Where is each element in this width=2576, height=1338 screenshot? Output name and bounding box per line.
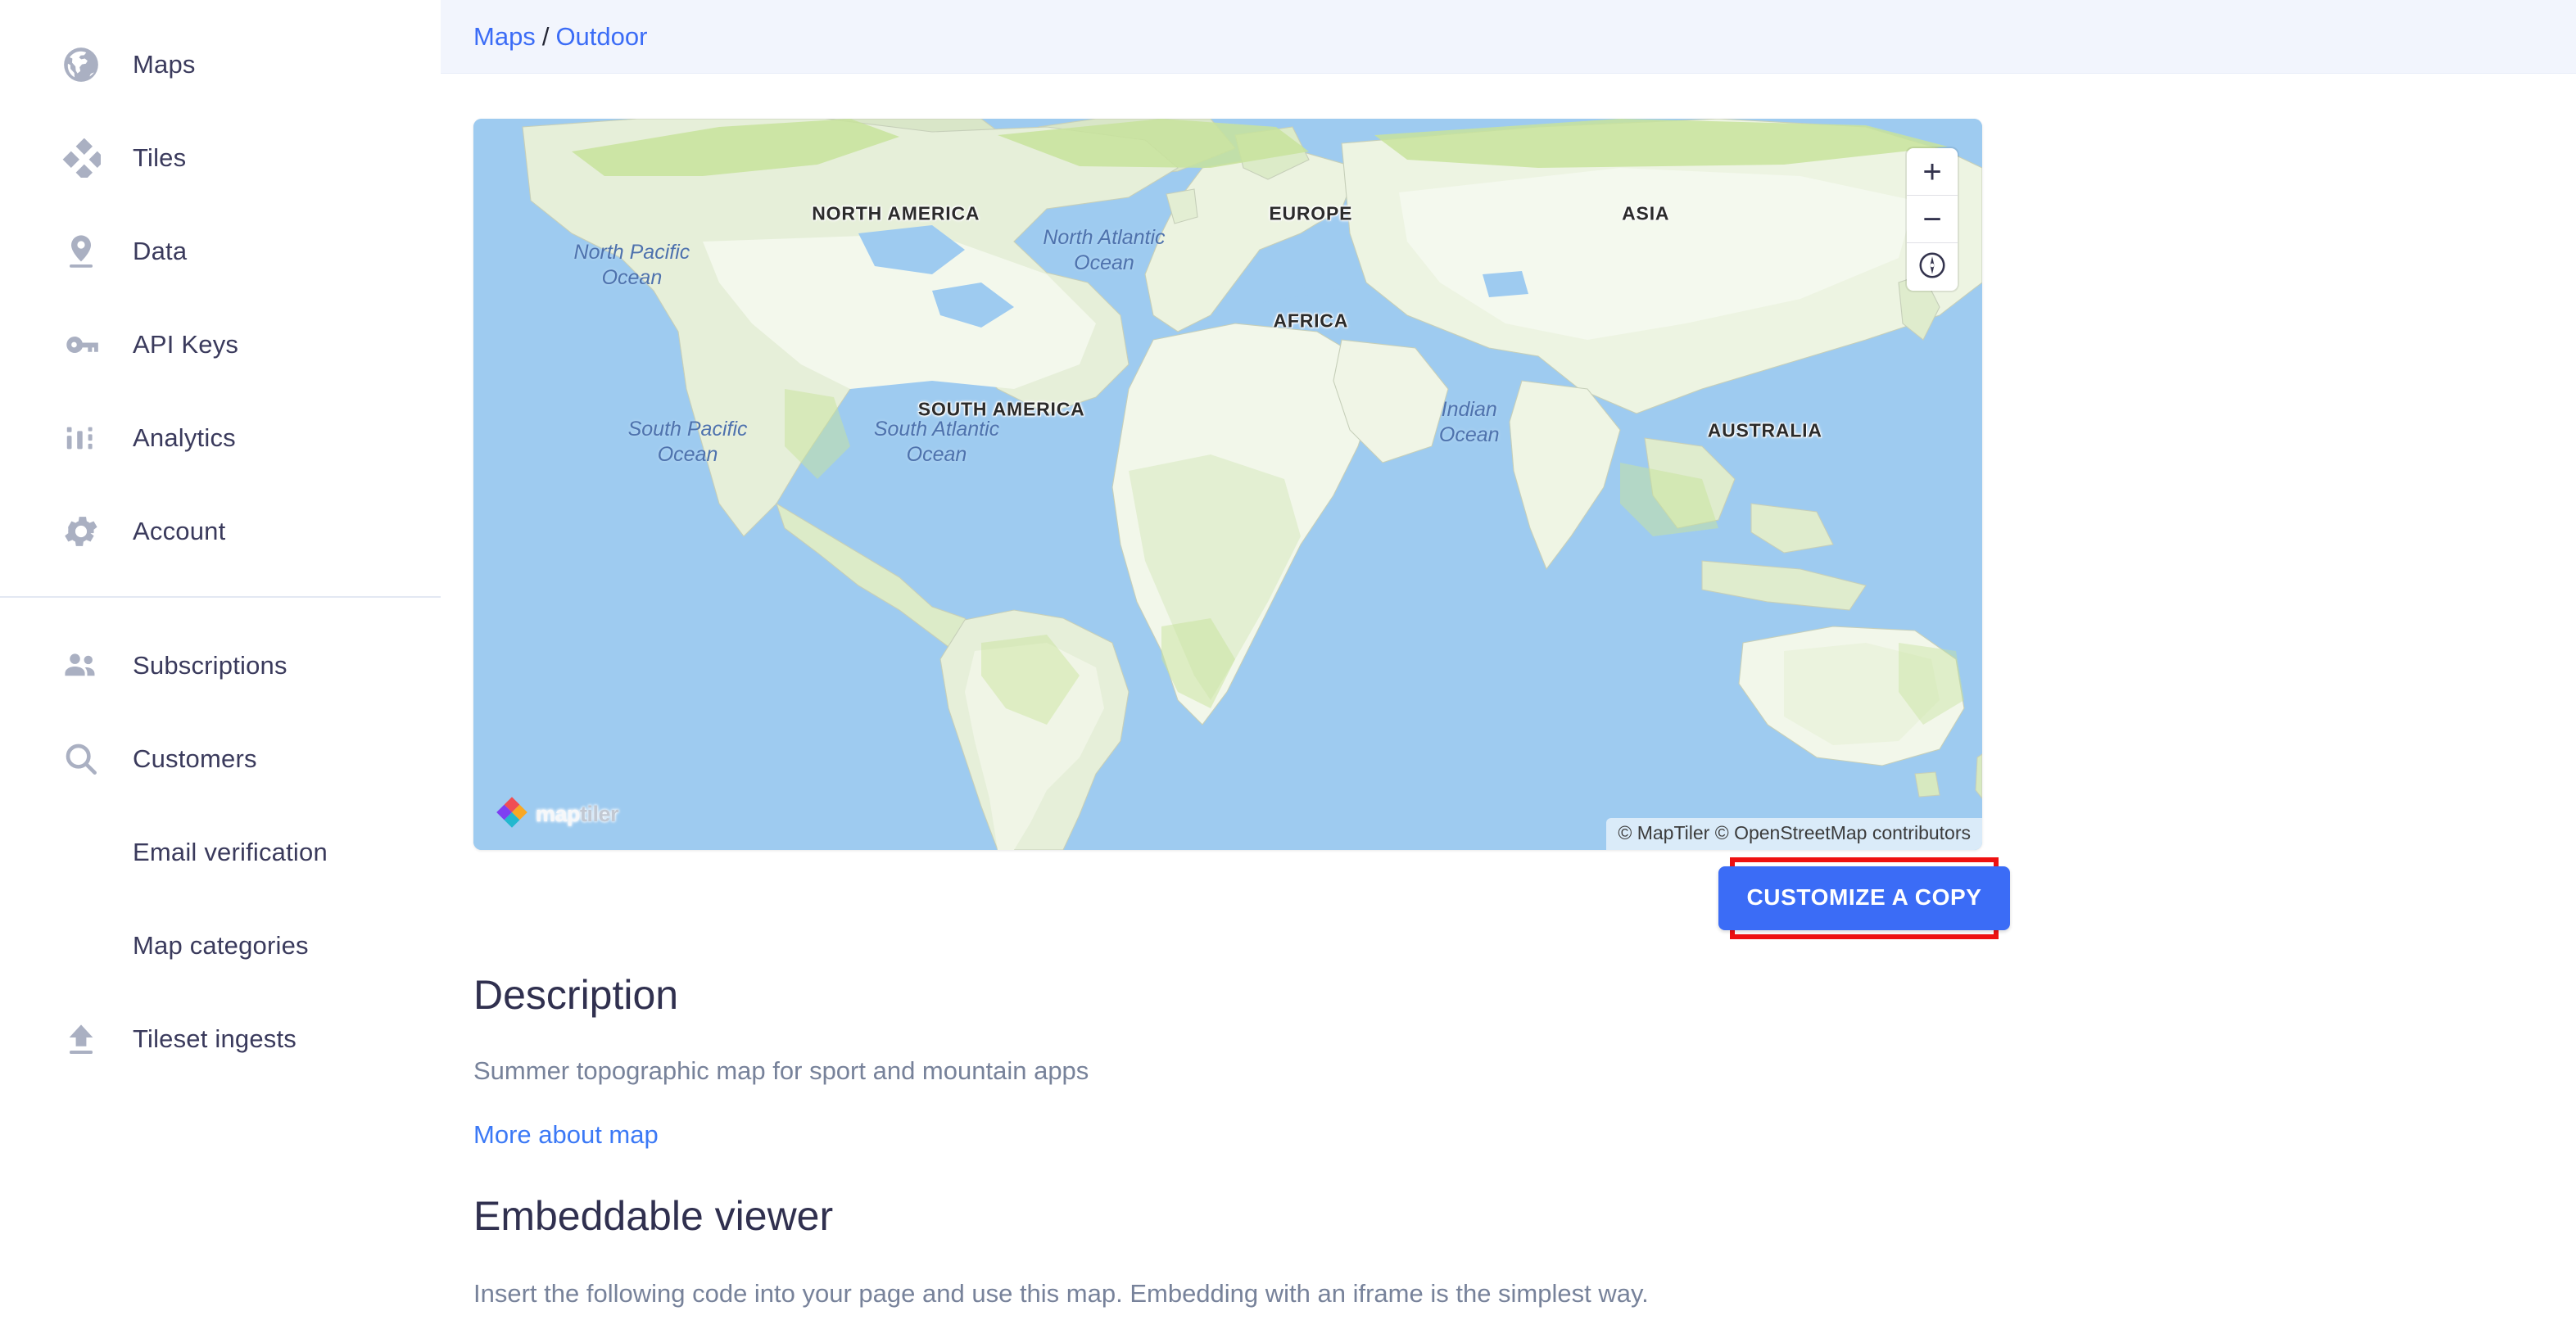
sidebar-item-label: Subscriptions [133,651,287,680]
sidebar-item-label: Account [133,517,226,545]
description-heading: Description [473,972,679,1018]
breadcrumb-parent-link[interactable]: Maps [473,22,536,51]
sidebar-item-map-categories[interactable]: Map categories [0,899,441,992]
maptiler-word-a: map [536,802,581,826]
globe-icon [59,43,103,87]
gear-icon [59,509,103,554]
sidebar-item-customers[interactable]: Customers [0,712,441,806]
sidebar-item-analytics[interactable]: Analytics [0,391,441,485]
sidebar-item-label: Customers [133,744,257,773]
key-icon [59,323,103,367]
zoom-out-button[interactable]: − [1907,196,1958,243]
sidebar-item-label: Tileset ingests [133,1024,297,1053]
sidebar-item-label: Map categories [133,931,309,960]
minus-icon: − [1922,201,1942,237]
content-area: NORTH AMERICA EUROPE ASIA AFRICA SOUTH A… [441,119,2576,1338]
sidebar-item-account[interactable]: Account [0,485,441,578]
main-content: Maps / Outdoor NORTH AMERICA EUROPE ASIA… [441,0,2576,1338]
world-map-graphic [473,119,1982,850]
search-icon [59,737,103,781]
sidebar-divider [0,596,441,598]
upload-icon [59,1017,103,1061]
sidebar-item-subscriptions[interactable]: Subscriptions [0,619,441,712]
sidebar-item-maps[interactable]: Maps [0,18,441,111]
zoom-in-button[interactable]: + [1907,148,1958,196]
maptiler-logo[interactable]: maptiler [496,797,619,832]
cta-row: CUSTOMIZE A COPY [473,850,2010,948]
embeddable-viewer-text: Insert the following code into your page… [473,1279,1649,1308]
sidebar-item-tileset-ingests[interactable]: Tileset ingests [0,992,441,1086]
sidebar-item-label: Email verification [133,838,328,866]
more-about-map-link[interactable]: More about map [473,1120,659,1150]
sidebar-item-label: Tiles [133,143,187,172]
sidebar-item-tiles[interactable]: Tiles [0,111,441,205]
breadcrumb-separator: / [541,21,550,51]
embeddable-viewer-heading: Embeddable viewer [473,1193,834,1239]
description-text: Summer topographic map for sport and mou… [473,1056,1089,1085]
compass-icon [1917,250,1948,285]
maptiler-diamond-icon [496,797,527,832]
highlight-box: CUSTOMIZE A COPY [1718,857,2010,939]
sidebar-item-label: API Keys [133,330,239,359]
bar-chart-icon [59,416,103,460]
maptiler-word-b: tiler [580,802,619,826]
sidebar-item-label: Maps [133,50,196,79]
sidebar-item-label: Data [133,237,188,265]
people-icon [59,644,103,688]
breadcrumb: Maps / Outdoor [473,22,647,52]
map-preview[interactable]: NORTH AMERICA EUROPE ASIA AFRICA SOUTH A… [473,119,1982,850]
map-attribution[interactable]: © MapTiler © OpenStreetMap contributors [1606,818,1982,850]
sidebar-item-label: Analytics [133,423,236,452]
tiles-icon [59,136,103,180]
sidebar: Maps Tiles Data API Keys Analytics Accou… [0,0,475,1338]
sidebar-item-data[interactable]: Data [0,205,441,298]
maptiler-wordmark: maptiler [536,802,619,827]
map-pin-icon [59,229,103,273]
breadcrumb-current-link[interactable]: Outdoor [555,22,647,51]
app-root: Maps Tiles Data API Keys Analytics Accou… [0,0,2576,1338]
customize-a-copy-button[interactable]: CUSTOMIZE A COPY [1718,866,2010,930]
sidebar-item-email-verification[interactable]: Email verification [0,806,441,899]
topbar: Maps / Outdoor [441,0,2576,74]
map-controls: + − [1907,148,1958,291]
plus-icon: + [1922,153,1942,190]
sidebar-secondary-group: Subscriptions Customers Email verificati… [0,619,441,1086]
compass-button[interactable] [1907,243,1958,291]
sidebar-item-api-keys[interactable]: API Keys [0,298,441,391]
sidebar-primary-group: Maps Tiles Data API Keys Analytics Accou… [0,18,441,578]
